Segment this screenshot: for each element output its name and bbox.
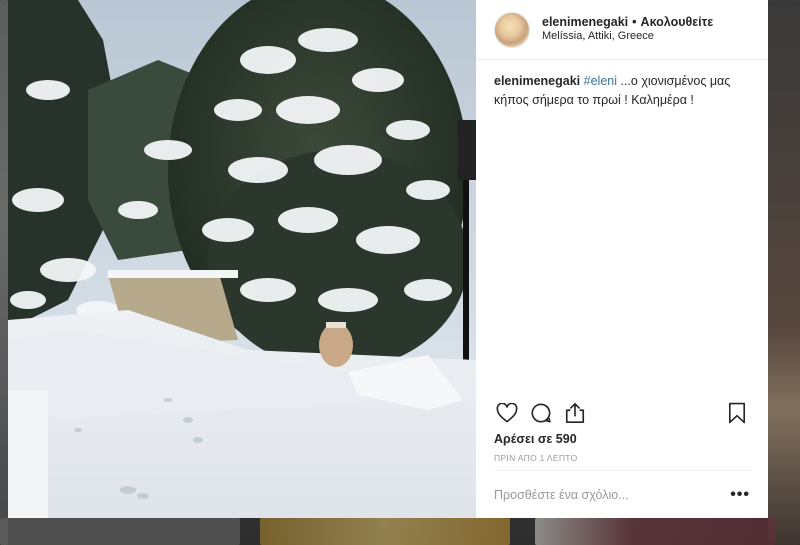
bookmark-icon [728,402,746,424]
post-timestamp[interactable]: ΠΡΙΝ ΑΠΟ 1 ΛΕΠΤΟ [494,453,578,463]
post-side-panel: elenimenegaki • Ακολουθείτε Melíssia, Atti… [476,0,768,518]
like-button[interactable] [494,400,520,426]
background-post-thumbnail[interactable] [260,518,510,545]
post-modal: elenimenegaki • Ακολουθείτε Melíssia, Atti… [8,0,768,518]
comment-button[interactable] [528,400,554,426]
separator-dot: • [632,14,637,29]
save-button[interactable] [724,400,750,426]
heart-icon [496,403,518,423]
location-link[interactable]: Melíssia, Attiki, Greece [542,30,713,44]
more-options-icon[interactable]: ••• [730,487,750,503]
comment-area: ••• [494,480,750,510]
caption: elenimenegaki #eleni ...ο χιονισμένος μα… [476,60,768,111]
share-button[interactable] [562,400,588,426]
share-icon [565,403,585,423]
comment-input[interactable] [494,488,731,502]
background-post-thumbnail[interactable] [0,518,240,545]
avatar[interactable] [494,11,530,48]
hashtag-link[interactable]: #eleni [584,74,617,88]
username-link[interactable]: elenimenegaki [542,15,628,29]
following-button[interactable]: Ακολουθείτε [641,15,714,29]
background-post-left [0,0,8,545]
likes-count[interactable]: Αρέσει σε 590 [494,432,577,446]
post-photo[interactable] [8,0,476,518]
header-info: elenimenegaki • Ακολουθείτε Melíssia, Atti… [542,15,713,44]
header-line: elenimenegaki • Ακολουθείτε [542,15,713,31]
caption-username[interactable]: elenimenegaki [494,74,580,88]
background-post-thumbnail[interactable] [535,518,775,545]
comment-icon [531,403,551,423]
action-bar [476,398,768,428]
post-header: elenimenegaki • Ακολουθείτε Melíssia, Atti… [476,0,768,60]
comment-divider [494,470,750,471]
background-post-right[interactable] [768,0,800,545]
